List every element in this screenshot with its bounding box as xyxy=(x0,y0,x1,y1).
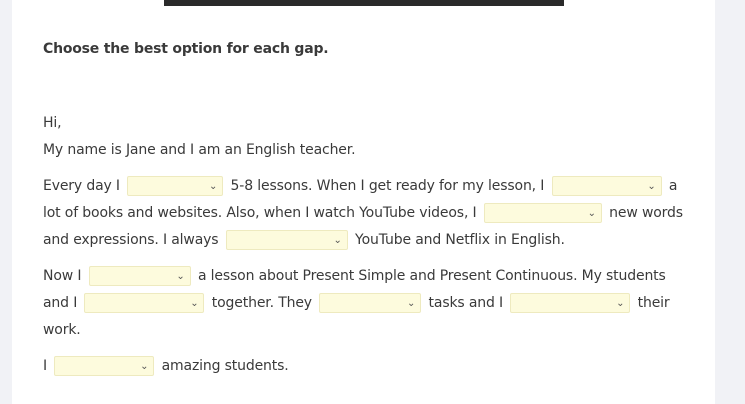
text-segment: Now I xyxy=(43,268,82,284)
text-segment: their xyxy=(637,295,670,311)
text-segment: Every day I xyxy=(43,178,120,194)
text-segment: I xyxy=(43,358,47,374)
gap-dropdown-6[interactable]: ⌄ xyxy=(84,293,205,313)
gap-dropdown-2[interactable]: ⌄ xyxy=(551,176,662,196)
text-segment: YouTube and Netflix in English. xyxy=(355,232,565,248)
instructions-heading: Choose the best option for each gap. xyxy=(43,41,329,57)
gap-dropdown-9[interactable]: ⌄ xyxy=(54,356,155,376)
exercise-card: Choose the best option for each gap. Hi,… xyxy=(12,0,715,404)
text-segment: together. They xyxy=(211,295,312,311)
intro-sentence: My name is Jane and I am an English teac… xyxy=(43,142,356,158)
text-segment: lot of books and websites. Also, when I … xyxy=(43,205,477,221)
gap-dropdown-5[interactable]: ⌄ xyxy=(88,266,191,286)
text-segment: new words xyxy=(609,205,683,221)
text-segment: amazing students. xyxy=(161,358,289,374)
gap-fill-text: Hi, My name is Jane and I am an English … xyxy=(43,110,693,380)
gap-dropdown-4[interactable]: ⌄ xyxy=(225,230,348,250)
text-segment: a xyxy=(668,178,678,194)
text-segment: work. xyxy=(43,322,81,338)
chevron-down-icon: ⌄ xyxy=(140,361,149,372)
chevron-down-icon: ⌄ xyxy=(407,298,416,309)
text-segment: a lesson about Present Simple and Presen… xyxy=(197,268,666,284)
gap-dropdown-3[interactable]: ⌄ xyxy=(483,203,602,223)
video-player-edge[interactable] xyxy=(164,0,564,6)
chevron-down-icon: ⌄ xyxy=(190,298,199,309)
chevron-down-icon: ⌄ xyxy=(333,235,342,246)
gap-dropdown-1[interactable]: ⌄ xyxy=(127,176,224,196)
chevron-down-icon: ⌄ xyxy=(587,208,596,219)
chevron-down-icon: ⌄ xyxy=(616,298,625,309)
text-segment: 5-8 lessons. When I get ready for my les… xyxy=(230,178,545,194)
text-segment: and expressions. I always xyxy=(43,232,219,248)
chevron-down-icon: ⌄ xyxy=(209,181,218,192)
gap-dropdown-7[interactable]: ⌄ xyxy=(319,293,422,313)
text-segment: tasks and I xyxy=(428,295,504,311)
gap-dropdown-8[interactable]: ⌄ xyxy=(510,293,631,313)
chevron-down-icon: ⌄ xyxy=(647,181,656,192)
chevron-down-icon: ⌄ xyxy=(176,271,185,282)
text-segment: and I xyxy=(43,295,78,311)
greeting: Hi, xyxy=(43,115,62,131)
